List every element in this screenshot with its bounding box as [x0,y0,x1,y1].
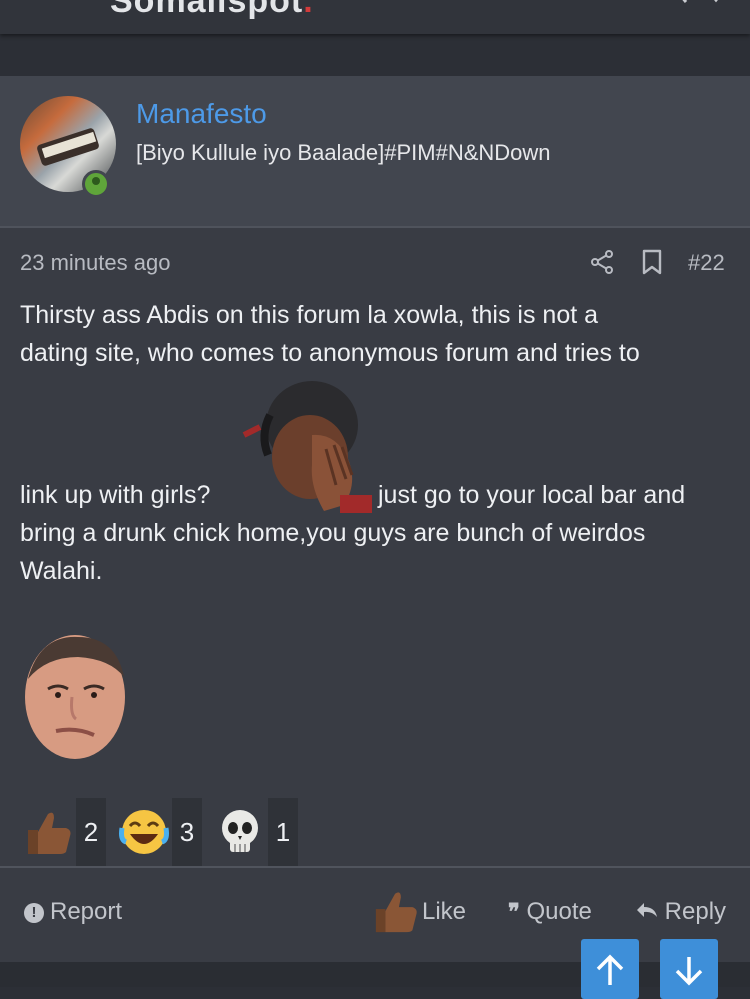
bookmark-icon[interactable] [638,248,666,276]
report-label: Report [50,898,123,925]
reaction-count[interactable]: 3 [172,798,202,868]
body-line-4: bring a drunk chick home,you guys are bu… [20,519,646,547]
reaction-count[interactable]: 2 [76,798,106,868]
scroll-up-button[interactable] [581,939,639,999]
smirk-face-image [25,635,125,759]
online-status-icon [82,170,110,198]
thumbs-up-icon[interactable] [22,806,74,858]
skull-icon[interactable] [214,806,266,858]
share-icon[interactable] [588,248,616,276]
like-button[interactable]: Like [422,898,466,926]
arrow-up-icon [596,954,624,985]
scroll-down-button[interactable] [660,939,718,999]
header-icon-group[interactable] [668,0,728,10]
user-title: [Biyo Kullule iyo Baalade]#PIM#N&NDown [136,140,551,165]
body-line-2: dating site, who comes to anonymous foru… [20,339,640,367]
username-link[interactable]: Manafesto [136,98,267,130]
report-button[interactable]: ! Report [24,898,122,926]
post-number-link[interactable]: #22 [688,250,725,276]
reply-label: Reply [664,898,727,925]
facepalm-smiley-image [242,381,372,513]
like-thumb-icon[interactable] [372,886,422,936]
arrow-down-icon [675,957,703,986]
post-timestamp[interactable]: 23 minutes ago [20,250,170,276]
reaction-count[interactable]: 1 [268,798,298,868]
top-navbar: Somalispot. [0,0,750,34]
report-icon: ! [24,903,44,923]
quote-button[interactable]: ❞ Quote [508,898,592,926]
post-meta: 23 minutes ago #22 [0,244,750,284]
reply-icon [637,903,657,917]
quote-label: Quote [526,898,592,925]
body-line-3b: just go to your local bar and [378,481,686,509]
quote-icon: ❞ [508,899,520,924]
body-line-5: Walahi. [20,557,103,585]
reply-button[interactable]: Reply [636,898,726,926]
laughing-crying-icon[interactable] [118,806,170,858]
body-line-3a: link up with girls? [20,481,211,509]
body-line-1: Thirsty ass Abdis on this forum la xowla… [20,301,599,329]
site-logo[interactable]: Somalispot. [110,0,314,21]
forum-post: Manafesto [Biyo Kullule iyo Baalade]#PIM… [0,76,750,962]
post-author-block: Manafesto [Biyo Kullule iyo Baalade]#PIM… [0,76,750,228]
reaction-bar[interactable]: 2 3 1 [22,798,422,868]
header-icons[interactable] [668,0,728,16]
